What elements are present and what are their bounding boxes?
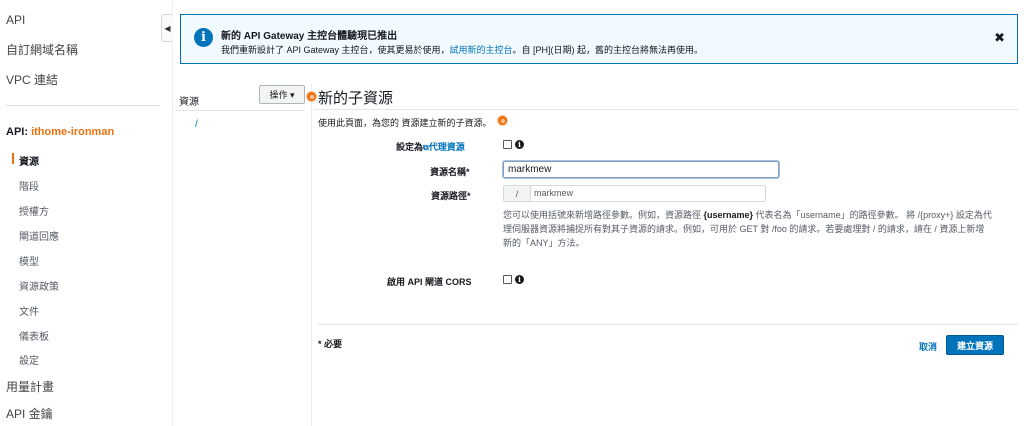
- collapse-sidebar-icon[interactable]: ◀: [161, 14, 173, 42]
- sidebar-item-api-keys[interactable]: API 金鑰: [6, 405, 53, 422]
- resource-path-label: 資源路徑*: [431, 191, 471, 201]
- sidebar-item-stages[interactable]: 階段: [19, 178, 39, 193]
- api-prefix: API:: [6, 126, 32, 138]
- required-note: * 必要: [318, 339, 343, 349]
- resources-label: 資源: [179, 97, 199, 108]
- sidebar-item-usage-plans[interactable]: 用量計畫: [6, 378, 54, 395]
- sidebar-item-settings[interactable]: 設定: [19, 352, 39, 367]
- sidebar-item-resource-policy[interactable]: 資源政策: [19, 278, 59, 293]
- resources-panel: 資源 操作 ▾ /: [173, 84, 316, 426]
- info-icon[interactable]: i: [515, 275, 524, 284]
- resource-path-prefix: /: [504, 186, 531, 201]
- help-text-3: 新的「ANY」方法。: [503, 238, 585, 248]
- close-icon[interactable]: ✖: [994, 30, 1005, 46]
- banner-title: 新的 API Gateway 主控台體驗現已推出: [221, 31, 398, 42]
- sidebar-item-resources[interactable]: 資源: [19, 153, 39, 168]
- page-title: 新的子資源: [318, 90, 394, 107]
- api-name-heading: API: ithome-ironman: [6, 126, 114, 138]
- resource-name-label: 資源名稱*: [430, 167, 470, 177]
- sidebar-item-documentation[interactable]: 文件: [19, 303, 39, 318]
- actions-dropdown-button[interactable]: 操作 ▾: [259, 85, 305, 104]
- cancel-button[interactable]: 取消: [919, 340, 937, 353]
- info-icon[interactable]: i: [515, 140, 524, 149]
- resource-path-help: 您可以使用括號來新增路徑參數。例如，資源路徑 {username} 代表名為「u…: [503, 208, 1023, 250]
- sidebar-item-vpc-links[interactable]: VPC 連結: [6, 71, 58, 88]
- banner-text-before: 我們重新設計了 API Gateway 主控台，使其更易於使用，: [221, 45, 450, 55]
- active-indicator: [12, 153, 14, 164]
- proxy-resource-link[interactable]: 代理資源: [429, 142, 465, 152]
- api-name[interactable]: ithome-ironman: [31, 126, 114, 138]
- banner-body: 我們重新設計了 API Gateway 主控台，使其更易於使用，試用新的主控台。…: [221, 43, 703, 56]
- sidebar-item-api[interactable]: API: [6, 13, 25, 27]
- sidebar: API 自訂網域名稱 VPC 連結 API: ithome-ironman 資源…: [0, 0, 173, 426]
- proxy-resource-checkbox[interactable]: [503, 140, 512, 149]
- resource-path-field[interactable]: / markmew: [503, 185, 766, 202]
- sidebar-item-authorizers[interactable]: 授權方: [19, 203, 49, 218]
- sidebar-divider: [6, 105, 160, 106]
- resource-name-input[interactable]: [502, 160, 780, 179]
- cors-checkbox[interactable]: [503, 275, 512, 284]
- help-text-2: 理伺服器資源將捕捉所有對其子資源的請求。例如，可用於 GET 對 /foo 的請…: [503, 224, 985, 234]
- footer-divider: [318, 324, 1018, 325]
- sidebar-item-gateway-responses[interactable]: 閘道回應: [19, 228, 59, 243]
- new-console-banner: i 新的 API Gateway 主控台體驗現已推出 我們重新設計了 API G…: [180, 14, 1018, 64]
- help-param-example: {username}: [703, 210, 754, 220]
- info-icon: i: [194, 28, 213, 47]
- help-text-1b: 代表名為「username」的路徑參數。 將 /{proxy+} 設定為代: [753, 210, 992, 220]
- resources-divider: [175, 110, 305, 111]
- resource-tree-root[interactable]: /: [195, 119, 198, 130]
- sidebar-item-custom-domains[interactable]: 自訂網域名稱: [6, 41, 78, 58]
- new-child-resource-panel: 新的子資源 使用此頁面，為您的 資源建立新的子資源。 設定為⧉代理資源 i 資源…: [312, 84, 1024, 426]
- help-icon[interactable]: [498, 116, 507, 125]
- sidebar-item-dashboard[interactable]: 儀表板: [19, 328, 49, 343]
- page-description: 使用此頁面，為您的 資源建立新的子資源。: [318, 118, 492, 128]
- sidebar-item-models[interactable]: 模型: [19, 253, 39, 268]
- proxy-label-prefix: 設定為: [396, 142, 424, 152]
- proxy-resource-label: 設定為⧉代理資源: [396, 140, 465, 153]
- create-resource-button[interactable]: 建立資源: [946, 335, 1004, 355]
- help-text-1a: 您可以使用括號來新增路徑參數。例如，資源路徑: [503, 210, 704, 220]
- banner-text-after: 。自 [PH](日期) 起，舊的主控台將無法再使用。: [512, 45, 704, 55]
- resource-path-value: markmew: [534, 188, 574, 198]
- cors-label: 啟用 API 閘道 CORS: [387, 277, 472, 287]
- title-divider: [314, 109, 1018, 110]
- try-new-console-link[interactable]: 試用新的主控台: [450, 45, 513, 55]
